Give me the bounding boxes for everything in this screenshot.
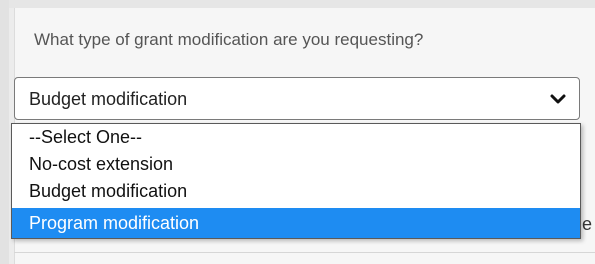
select-current-value: Budget modification xyxy=(29,89,188,109)
grant-modification-select[interactable]: Budget modification xyxy=(14,77,580,120)
question-label: What type of grant modification are you … xyxy=(34,30,424,49)
left-divider xyxy=(0,0,9,264)
option-select-one[interactable]: --Select One-- xyxy=(12,124,580,151)
select-options-list: --Select One-- No-cost extension Budget … xyxy=(11,123,581,239)
chevron-down-icon[interactable] xyxy=(549,90,567,108)
top-divider xyxy=(0,0,595,8)
option-budget-modification[interactable]: Budget modification xyxy=(12,178,580,205)
option-program-modification[interactable]: Program modification xyxy=(12,208,580,238)
option-no-cost-extension[interactable]: No-cost extension xyxy=(12,151,580,178)
bottom-divider xyxy=(14,252,595,253)
clipped-background-text: e xyxy=(582,214,593,234)
